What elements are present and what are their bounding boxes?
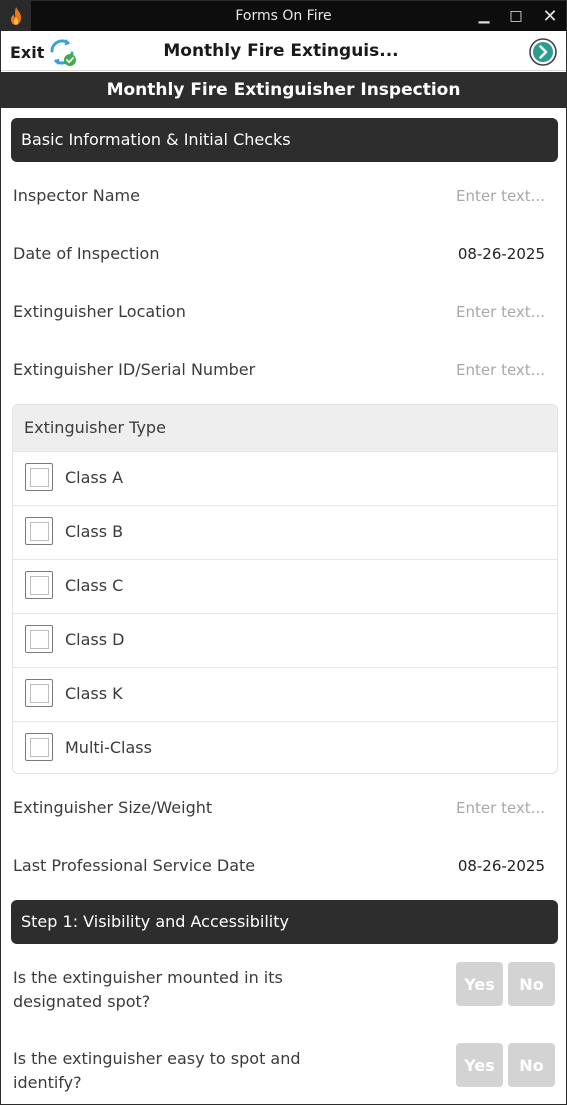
last-service-date-input[interactable]	[385, 854, 545, 878]
field-label: Extinguisher Location	[13, 302, 186, 321]
extinguisher-type-group: Extinguisher Type Class A Class B Class …	[12, 404, 558, 774]
chevron-right-circle-icon[interactable]	[528, 37, 558, 67]
no-button[interactable]: No	[508, 1043, 555, 1087]
exit-button[interactable]: Exit	[10, 43, 44, 62]
checkbox-class-b[interactable]: Class B	[13, 505, 557, 559]
window-title-bar: Forms On Fire ▁ □ ✕	[1, 1, 566, 31]
date-of-inspection-input[interactable]	[385, 242, 545, 266]
field-extinguisher-location: Extinguisher Location	[13, 297, 548, 327]
checkbox-multi-class[interactable]: Multi-Class	[13, 721, 557, 773]
sync-check-icon[interactable]	[46, 37, 78, 67]
checkbox-icon[interactable]	[25, 733, 53, 761]
question-text: Is the extinguisher easy to spot and ide…	[13, 1049, 301, 1092]
question-easy-to-spot: Is the extinguisher easy to spot and ide…	[13, 1043, 558, 1099]
checkbox-label: Class D	[65, 630, 125, 649]
checkbox-class-d[interactable]: Class D	[13, 613, 557, 667]
field-label: Extinguisher Size/Weight	[13, 798, 213, 817]
app-window: Forms On Fire ▁ □ ✕ Exit Monthly Fire Ex…	[0, 0, 567, 1105]
yes-button[interactable]: Yes	[456, 1043, 503, 1087]
maximize-button[interactable]: □	[502, 4, 530, 28]
extinguisher-type-label: Extinguisher Type	[13, 405, 557, 451]
checkbox-icon[interactable]	[25, 679, 53, 707]
extinguisher-id-input[interactable]	[385, 358, 545, 382]
extinguisher-location-input[interactable]	[385, 300, 545, 324]
field-extinguisher-size: Extinguisher Size/Weight	[13, 793, 548, 823]
field-label: Date of Inspection	[13, 244, 160, 263]
app-header: Exit Monthly Fire Extinguis...	[1, 31, 566, 71]
section-header-basic-info: Basic Information & Initial Checks	[11, 118, 558, 162]
checkbox-label: Class B	[65, 522, 124, 541]
checkbox-icon[interactable]	[25, 463, 53, 491]
field-label: Inspector Name	[13, 186, 140, 205]
field-last-service-date: Last Professional Service Date	[13, 851, 548, 881]
checkbox-class-a[interactable]: Class A	[13, 451, 557, 505]
yes-button[interactable]: Yes	[456, 962, 503, 1006]
checkbox-class-c[interactable]: Class C	[13, 559, 557, 613]
question-text: Is the extinguisher mounted in its desig…	[13, 968, 283, 1011]
form-title: Monthly Fire Extinguisher Inspection	[1, 72, 566, 108]
checkbox-label: Class C	[65, 576, 124, 595]
checkbox-icon[interactable]	[25, 517, 53, 545]
page-title: Monthly Fire Extinguis...	[163, 41, 399, 61]
no-button[interactable]: No	[508, 962, 555, 1006]
checkbox-label: Class A	[65, 468, 124, 487]
close-button[interactable]: ✕	[536, 4, 564, 28]
question-mounted: Is the extinguisher mounted in its desig…	[13, 962, 558, 1018]
field-label: Last Professional Service Date	[13, 856, 256, 875]
checkbox-icon[interactable]	[25, 571, 53, 599]
checkbox-label: Class K	[65, 684, 123, 703]
field-date-of-inspection: Date of Inspection	[13, 239, 548, 269]
field-inspector-name: Inspector Name	[13, 181, 548, 211]
section-header-visibility: Step 1: Visibility and Accessibility	[11, 900, 558, 944]
checkbox-icon[interactable]	[25, 625, 53, 653]
field-label: Extinguisher ID/Serial Number	[13, 360, 256, 379]
inspector-name-input[interactable]	[385, 184, 545, 208]
field-extinguisher-id: Extinguisher ID/Serial Number	[13, 355, 548, 385]
checkbox-label: Multi-Class	[65, 738, 152, 757]
extinguisher-size-input[interactable]	[385, 796, 545, 820]
minimize-button[interactable]: ▁	[470, 4, 498, 28]
checkbox-class-k[interactable]: Class K	[13, 667, 557, 721]
